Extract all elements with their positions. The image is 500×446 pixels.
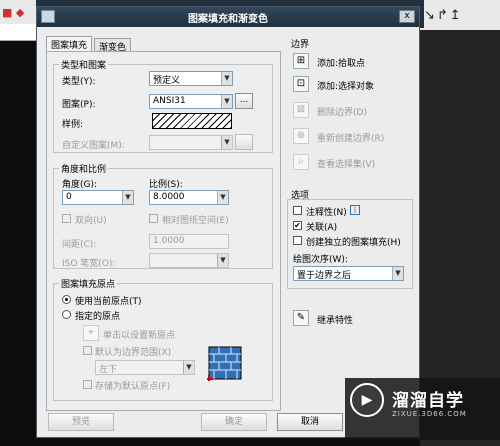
recreate-boundary-icon[interactable]: ⊕ bbox=[293, 128, 309, 144]
use-current-origin-label: 使用当前原点(T) bbox=[75, 297, 142, 307]
use-current-origin-radio[interactable] bbox=[62, 295, 71, 304]
chevron-down-icon: ▼ bbox=[122, 191, 133, 204]
annotative-checkbox[interactable] bbox=[293, 206, 302, 215]
click-set-origin-label: 单击以设置新原点 bbox=[103, 331, 176, 341]
inherit-properties-icon[interactable]: ✎ bbox=[293, 310, 309, 326]
spacing-value: 1.0000 bbox=[153, 236, 185, 246]
tab-gradient[interactable]: 渐变色 bbox=[94, 38, 132, 53]
separate-hatch-label: 创建独立的图案填充(H) bbox=[306, 238, 401, 248]
angle-value: 0 bbox=[66, 192, 72, 202]
group-angle-scale-title: 角度和比例 bbox=[59, 162, 109, 175]
view-selection-label[interactable]: 查看选择集(V) bbox=[317, 157, 375, 170]
scale-select[interactable]: 8.0000 ▼ bbox=[149, 190, 229, 205]
boundary-title: 边界 bbox=[291, 40, 310, 50]
custom-browse-button[interactable] bbox=[235, 134, 253, 150]
spacing-input[interactable]: 1.0000 bbox=[149, 234, 229, 249]
extents-select[interactable]: 左下 ▼ bbox=[95, 360, 195, 375]
double-checkbox[interactable] bbox=[62, 214, 71, 223]
type-label: 类型(Y): bbox=[62, 77, 96, 87]
relative-label: 相对图纸空间(E) bbox=[162, 216, 229, 226]
specified-origin-label: 指定的原点 bbox=[75, 312, 121, 322]
brick-pattern-icon bbox=[207, 346, 242, 381]
toolbar-icons-left[interactable]: ■ ◆ bbox=[2, 6, 24, 19]
watermark-name: 溜溜自学 bbox=[392, 391, 464, 411]
hatch-dialog: 图案填充和渐变色 x 图案填充 渐变色 类型和图案 类型(Y): 预定义 ▼ 图… bbox=[36, 6, 420, 438]
group-type-pattern-title: 类型和图案 bbox=[59, 58, 109, 71]
pick-origin-icon[interactable]: ⌖ bbox=[83, 325, 99, 341]
extents-value: 左下 bbox=[99, 365, 118, 375]
chevron-down-icon: ▼ bbox=[217, 191, 228, 204]
play-logo-icon: ▶ bbox=[350, 383, 384, 417]
separate-hatch-checkbox[interactable] bbox=[293, 236, 302, 245]
preview-button[interactable]: 预览 bbox=[48, 413, 114, 431]
custom-pattern-label: 自定义图案(M): bbox=[62, 141, 125, 151]
type-value: 预定义 bbox=[153, 76, 181, 86]
pick-point-icon[interactable]: ⊞ bbox=[293, 53, 309, 69]
angle-select[interactable]: 0 ▼ bbox=[62, 190, 134, 205]
draw-order-value: 置于边界之后 bbox=[297, 271, 352, 281]
ok-button[interactable]: 确定 bbox=[201, 413, 267, 431]
spacing-label: 间距(C): bbox=[62, 240, 97, 250]
iso-label: ISO 笔宽(O): bbox=[62, 259, 116, 269]
pattern-label: 图案(P): bbox=[62, 100, 96, 110]
store-default-label: 存储为默认原点(F) bbox=[95, 382, 171, 392]
pattern-value: ANSI31 bbox=[153, 96, 186, 106]
chevron-down-icon: ▼ bbox=[217, 254, 228, 267]
add-pick-points-label[interactable]: 添加:拾取点 bbox=[317, 56, 365, 69]
sample-label: 样例: bbox=[62, 120, 84, 130]
chevron-down-icon: ▼ bbox=[221, 72, 232, 85]
dialog-title: 图案填充和渐变色 bbox=[188, 14, 268, 25]
relative-checkbox[interactable] bbox=[149, 214, 158, 223]
angle-label: 角度(G): bbox=[62, 180, 98, 190]
associative-checkbox[interactable]: ✔ bbox=[293, 221, 302, 230]
double-label: 双向(U) bbox=[75, 216, 107, 226]
scale-label: 比例(S): bbox=[149, 180, 183, 190]
chevron-down-icon: ▼ bbox=[183, 361, 194, 374]
associative-label: 关联(A) bbox=[306, 223, 338, 233]
group-origin-title: 图案填充原点 bbox=[59, 277, 118, 290]
pattern-sample-swatch[interactable] bbox=[152, 113, 232, 129]
chevron-down-icon: ▼ bbox=[392, 267, 403, 280]
recreate-boundary-label[interactable]: 重新创建边界(R) bbox=[317, 131, 384, 144]
type-select[interactable]: 预定义 ▼ bbox=[149, 71, 233, 86]
cancel-button[interactable]: 取消 bbox=[277, 413, 343, 431]
info-icon[interactable]: i bbox=[350, 205, 360, 215]
default-extents-checkbox[interactable] bbox=[83, 346, 92, 355]
chevron-down-icon: ▼ bbox=[221, 95, 232, 108]
specified-origin-radio[interactable] bbox=[62, 310, 71, 319]
select-objects-icon[interactable]: ⊡ bbox=[293, 76, 309, 92]
remove-boundary-label[interactable]: 删除边界(D) bbox=[317, 105, 367, 118]
pattern-select[interactable]: ANSI31 ▼ bbox=[149, 94, 233, 109]
draw-order-label: 绘图次序(W): bbox=[293, 255, 348, 265]
iso-select[interactable]: ▼ bbox=[149, 253, 229, 268]
app-command-field[interactable] bbox=[0, 24, 36, 41]
browse-pattern-button[interactable]: ... bbox=[235, 93, 253, 109]
tab-hatch[interactable]: 图案填充 bbox=[46, 36, 93, 52]
draw-order-select[interactable]: 置于边界之后 ▼ bbox=[293, 266, 404, 281]
remove-boundary-icon[interactable]: ⊠ bbox=[293, 102, 309, 118]
watermark-url: ZIXUE.3D66.COM bbox=[392, 410, 467, 418]
default-extents-label: 默认为边界范围(X) bbox=[95, 348, 172, 358]
add-select-objects-label[interactable]: 添加:选择对象 bbox=[317, 79, 374, 92]
inherit-properties-label[interactable]: 继承特性 bbox=[317, 313, 353, 326]
toolbar-icons-right[interactable]: ↘↱↥ bbox=[424, 8, 463, 23]
view-selection-icon[interactable]: ⌕ bbox=[293, 154, 309, 170]
store-default-checkbox[interactable] bbox=[83, 380, 92, 389]
close-button[interactable]: x bbox=[399, 10, 415, 23]
annotative-label: 注释性(N) bbox=[306, 208, 347, 218]
scale-value: 8.0000 bbox=[153, 192, 185, 202]
custom-pattern-select[interactable]: ▼ bbox=[149, 135, 233, 150]
chevron-down-icon: ▼ bbox=[221, 136, 232, 149]
